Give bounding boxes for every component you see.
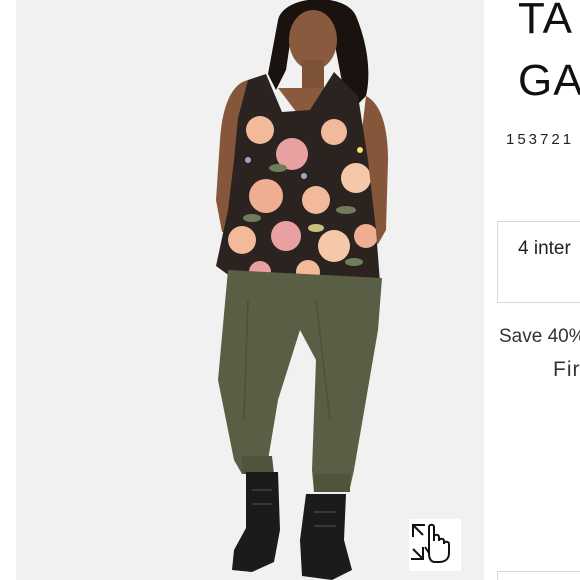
product-photo: [216, 0, 388, 580]
right-boot: [300, 494, 352, 580]
product-title: TA GA: [518, 0, 580, 105]
product-image-gallery[interactable]: [16, 0, 484, 580]
product-sku: 153721: [506, 131, 575, 148]
size-option-box[interactable]: [497, 571, 580, 580]
product-info-panel: TA GA 153721 4 inter Save 40% Fir: [484, 0, 580, 580]
promo-text: Save 40%: [499, 326, 580, 347]
left-boot: [232, 472, 280, 572]
promo-link[interactable]: Fir: [553, 358, 580, 382]
installments-box[interactable]: 4 inter: [497, 221, 580, 303]
zoom-button[interactable]: [409, 519, 461, 571]
installments-text: 4 inter: [518, 238, 571, 259]
pointer-hand-expand-icon: [411, 523, 450, 563]
